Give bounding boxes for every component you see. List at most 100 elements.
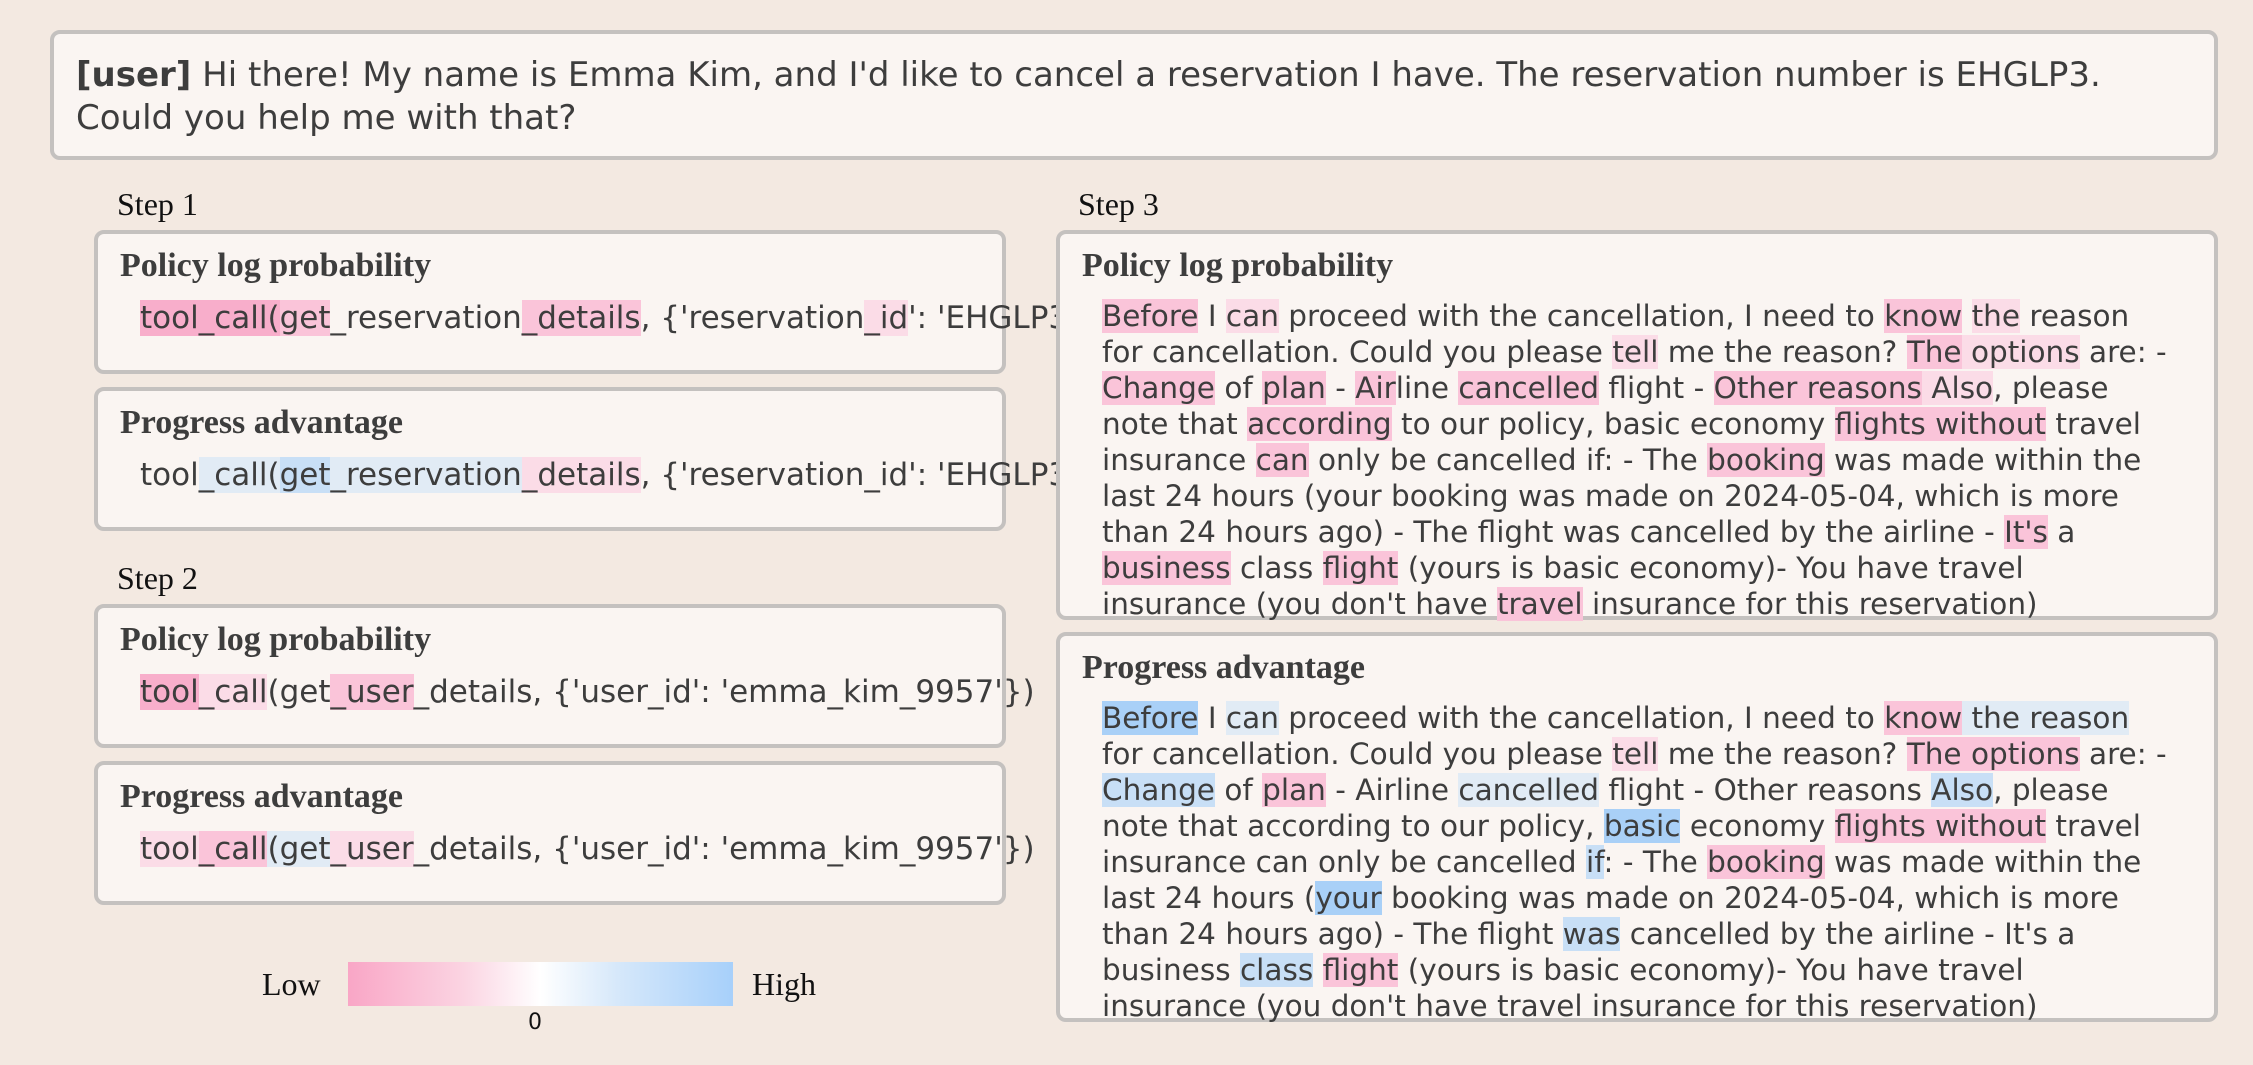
legend-low-label: Low xyxy=(262,966,321,1002)
highlighted-token: _id xyxy=(864,300,909,336)
user-message-text: Hi there! My name is Emma Kim, and I'd l… xyxy=(76,55,2101,138)
token-text: me the reason? xyxy=(1658,737,1907,771)
token-text: are: - xyxy=(2079,335,2167,369)
highlighted-token: can xyxy=(1225,701,1279,735)
highlighted-token: flight xyxy=(1322,551,1399,585)
step-1-policy-panel: Policy log probability tool_call(get_res… xyxy=(94,230,1108,374)
highlighted-token: know xyxy=(1884,701,1963,735)
user-message-box: [user] Hi there! My name is Emma Kim, an… xyxy=(50,30,2218,160)
highlighted-token: Change xyxy=(1102,773,1215,807)
token-sequence: Before I can proceed with the cancellati… xyxy=(1102,700,2172,1024)
token-text: proceed with the cancellation, I need to xyxy=(1278,701,1885,735)
highlighted-token: booking xyxy=(1707,443,1825,477)
highlighted-token: according xyxy=(1247,407,1392,441)
token-text: I xyxy=(1198,701,1226,735)
step-1-label: Step 1 xyxy=(117,186,198,222)
highlighted-token: cancelled xyxy=(1458,773,1600,807)
highlighted-token: plan xyxy=(1262,371,1326,405)
token-text: _reservation xyxy=(330,300,522,336)
highlighted-token: tool xyxy=(140,674,199,710)
highlighted-token: _user xyxy=(330,831,414,867)
panel-title: Progress advantage xyxy=(1082,649,1366,686)
token-text: : - The xyxy=(1603,845,1708,879)
highlighted-token: Change xyxy=(1102,371,1215,405)
legend-zero-label: 0 xyxy=(528,1010,542,1035)
token-text: class xyxy=(1230,551,1323,585)
token-sequence: Before I can proceed with the cancellati… xyxy=(1102,298,2172,622)
step-2-advantage-panel: Progress advantage tool_call(get_user_de… xyxy=(94,761,1035,905)
legend-color-scale xyxy=(348,962,733,1006)
token-text: - Airline xyxy=(1325,773,1459,807)
token-text: flight - Other reasons xyxy=(1599,773,1932,807)
token-text: tool xyxy=(140,457,199,493)
token-text: , {'reservation xyxy=(640,300,865,336)
highlighted-token: Also xyxy=(1931,773,1994,807)
highlighted-token: the reason xyxy=(1962,701,2130,735)
highlighted-token: The xyxy=(1906,335,1962,369)
token-text: for cancellation. Could you please xyxy=(1102,737,1613,771)
token-text: a xyxy=(2047,515,2076,549)
highlighted-token: if xyxy=(1586,845,1604,879)
step-2-policy-panel: Policy log probability tool_call(get_use… xyxy=(94,604,1035,748)
token-text: only be cancelled if: - The xyxy=(1308,443,1708,477)
highlighted-token: the xyxy=(1971,299,2020,333)
highlighted-token: booking xyxy=(1707,845,1825,879)
token-sequence: tool_call(get_user_details, {'user_id': … xyxy=(140,829,1035,869)
token-text: economy xyxy=(1680,809,1835,843)
highlighted-token: business xyxy=(1102,551,1231,585)
token-text: (get xyxy=(267,674,331,710)
highlighted-token: basic xyxy=(1603,809,1681,843)
highlighted-token: _call xyxy=(198,831,268,867)
highlighted-token: It's xyxy=(2004,515,2048,549)
token-text: of xyxy=(1214,371,1263,405)
highlighted-token: (get xyxy=(267,831,331,867)
token-text: line xyxy=(1395,371,1459,405)
highlighted-token: tool xyxy=(140,831,199,867)
highlighted-token: cancelled xyxy=(1458,371,1600,405)
token-text: insurance for this reservation) xyxy=(1582,587,2038,621)
highlighted-token: tell xyxy=(1612,737,1659,771)
highlighted-token: get xyxy=(279,300,331,336)
highlighted-token: class xyxy=(1239,953,1314,987)
highlighted-token: flight xyxy=(1322,953,1399,987)
step-2-label: Step 2 xyxy=(117,560,198,596)
highlighted-token: Before xyxy=(1102,299,1199,333)
highlighted-token: Before xyxy=(1102,701,1199,735)
legend-high-label: High xyxy=(752,966,816,1002)
step-3-policy-panel: Policy log probability Before I can proc… xyxy=(1056,230,2218,622)
highlighted-token: Also xyxy=(1921,371,1994,405)
token-text: _details, {'user_id': 'emma_kim_9957'}) xyxy=(413,674,1035,710)
highlighted-token: travel xyxy=(1496,587,1583,621)
token-text: _details, {'user_id': 'emma_kim_9957'}) xyxy=(413,831,1035,867)
highlighted-token: your xyxy=(1315,881,1382,915)
highlighted-token: _details xyxy=(521,457,641,493)
highlighted-token: tell xyxy=(1612,335,1659,369)
highlighted-token: can xyxy=(1255,443,1309,477)
highlighted-token: _call xyxy=(198,674,268,710)
highlighted-token: The options xyxy=(1906,737,2080,771)
panel-title: Progress advantage xyxy=(120,404,404,441)
highlighted-token: _reservation xyxy=(330,457,522,493)
token-text: me the reason? xyxy=(1658,335,1907,369)
token-sequence: tool_call(get_user_details, {'user_id': … xyxy=(140,672,1035,712)
panel-title: Policy log probability xyxy=(1082,247,1394,284)
step-1-advantage-panel: Progress advantage tool_call(get_reserva… xyxy=(94,387,1108,531)
token-sequence: tool_call(get_reservation_details, {'res… xyxy=(140,455,1108,495)
user-tag: [user] xyxy=(76,55,192,95)
highlighted-token: options xyxy=(1961,335,2080,369)
highlighted-token: can xyxy=(1225,299,1279,333)
token-text: I xyxy=(1198,299,1226,333)
step-3-advantage-panel: Progress advantage Before I can proceed … xyxy=(1056,632,2218,1024)
highlighted-token: Air xyxy=(1355,371,1396,405)
highlighted-token: tool_call( xyxy=(140,300,280,336)
token-text: of xyxy=(1214,773,1263,807)
highlighted-token: _user xyxy=(330,674,414,710)
highlighted-token: flights without xyxy=(1834,407,2046,441)
highlighted-token: was xyxy=(1562,917,1621,951)
highlighted-token: Other reasons xyxy=(1713,371,1922,405)
token-sequence: tool_call(get_reservation_details, {'res… xyxy=(140,298,1108,338)
highlighted-token: _call( xyxy=(198,457,280,493)
token-text: - xyxy=(1325,371,1356,405)
